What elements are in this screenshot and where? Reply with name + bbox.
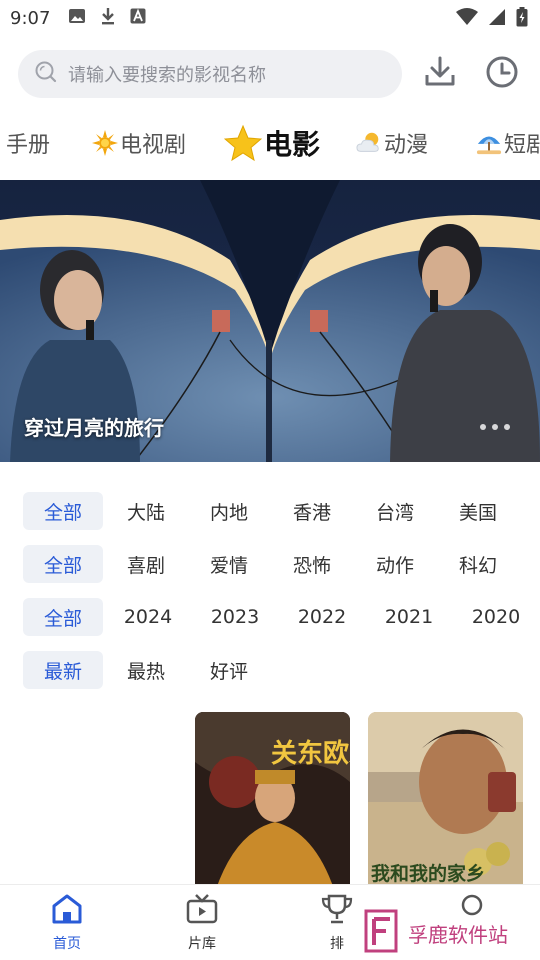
filter-chip[interactable]: 科幻 [438, 545, 518, 583]
filter-sort: 最新 最热 好评 [0, 651, 540, 689]
history-button[interactable] [482, 54, 522, 94]
filter-chip-selected[interactable]: 最新 [23, 651, 103, 689]
tab-manual[interactable]: 手册 [6, 118, 50, 168]
tab-tv[interactable]: 电视剧 [92, 118, 186, 168]
filter-chip[interactable]: 最热 [106, 651, 186, 689]
poster-image: 我和我的家乡 [368, 712, 523, 892]
star-icon [224, 124, 262, 162]
tab-label: 短剧 [504, 133, 540, 158]
filter-chip[interactable]: 爱情 [189, 545, 269, 583]
banner-dot [480, 424, 486, 430]
banner-pagination [480, 424, 510, 430]
watermark: 孚鹿软件站 [364, 909, 524, 957]
status-bar: 9:07 [0, 0, 540, 36]
watermark-logo-icon [364, 909, 402, 957]
poster-title-art: 关东欧来 [271, 738, 350, 769]
tab-label: 电视剧 [120, 133, 187, 158]
filter-chip[interactable]: 2023 [195, 598, 275, 636]
download-button[interactable] [420, 54, 460, 94]
search-placeholder: 请输入要搜索的影视名称 [68, 65, 266, 86]
trophy-icon [320, 893, 354, 929]
home-icon [50, 893, 84, 929]
filter-chip[interactable]: 台湾 [355, 492, 435, 530]
download-icon [423, 55, 457, 93]
nav-label: 排 [330, 936, 344, 952]
tab-anime[interactable]: 动漫 [356, 118, 428, 168]
tab-short-drama[interactable]: 短剧 [476, 118, 540, 168]
filter-chip[interactable]: 香港 [272, 492, 352, 530]
filter-chip[interactable]: 恐怖 [272, 545, 352, 583]
filter-chip[interactable]: 动作 [355, 545, 435, 583]
tab-label: 手册 [6, 133, 51, 158]
filter-chip[interactable]: 2022 [282, 598, 362, 636]
filter-chip[interactable]: 美国 [438, 492, 518, 530]
battery-icon [516, 7, 528, 31]
featured-banner[interactable]: 穿过月亮的旅行 [0, 180, 540, 462]
search-input[interactable]: 请输入要搜索的影视名称 [18, 50, 402, 98]
movie-poster[interactable]: 关东欧来 [195, 712, 350, 892]
download-icon [100, 7, 116, 29]
wifi-icon [456, 8, 478, 30]
nav-label: 片库 [188, 936, 216, 952]
nav-home[interactable]: 首页 [27, 893, 107, 957]
nav-label: 首页 [53, 936, 81, 952]
filter-chip[interactable]: 2024 [108, 598, 188, 636]
filter-chip-selected[interactable]: 全部 [23, 545, 103, 583]
poster-image: 关东欧来 [195, 712, 350, 892]
banner-dot [492, 424, 498, 430]
status-time: 9:07 [10, 7, 51, 29]
filter-genre: 全部 喜剧 爱情 恐怖 动作 科幻 [0, 545, 540, 583]
filter-region: 全部 大陆 内地 香港 台湾 美国 [0, 492, 540, 530]
watermark-text: 孚鹿软件站 [408, 922, 508, 947]
tv-icon [185, 893, 219, 929]
filter-chip[interactable]: 内地 [189, 492, 269, 530]
filter-chip[interactable]: 2020 [456, 598, 536, 636]
filter-chip[interactable]: 大陆 [106, 492, 186, 530]
cloud-sun-icon [356, 130, 382, 156]
sun-icon [92, 130, 118, 156]
category-tabs: 手册 电视剧 电影 动漫 短剧 [0, 118, 540, 168]
poster-title-art: 我和我的家乡 [371, 862, 485, 885]
tab-label: 动漫 [384, 133, 429, 158]
tab-label: 电影 [264, 128, 321, 161]
image-icon [68, 8, 86, 28]
nav-library[interactable]: 片库 [162, 893, 242, 957]
app-a-icon [130, 8, 146, 28]
clock-icon [485, 55, 519, 93]
filter-year: 全部 2024 2023 2022 2021 2020 [0, 598, 540, 636]
umbrella-icon [476, 130, 502, 156]
banner-dot [504, 424, 510, 430]
filter-chip-selected[interactable]: 全部 [23, 492, 103, 530]
banner-title: 穿过月亮的旅行 [24, 416, 164, 440]
filter-chip[interactable]: 2021 [369, 598, 449, 636]
signal-icon [488, 8, 506, 30]
filter-chip-selected[interactable]: 全部 [23, 598, 103, 636]
filter-chip[interactable]: 好评 [189, 651, 269, 689]
movie-poster[interactable]: 我和我的家乡 [368, 712, 523, 892]
filter-chip[interactable]: 喜剧 [106, 545, 186, 583]
search-icon [34, 60, 58, 88]
tab-movie[interactable]: 电影 [224, 118, 320, 168]
